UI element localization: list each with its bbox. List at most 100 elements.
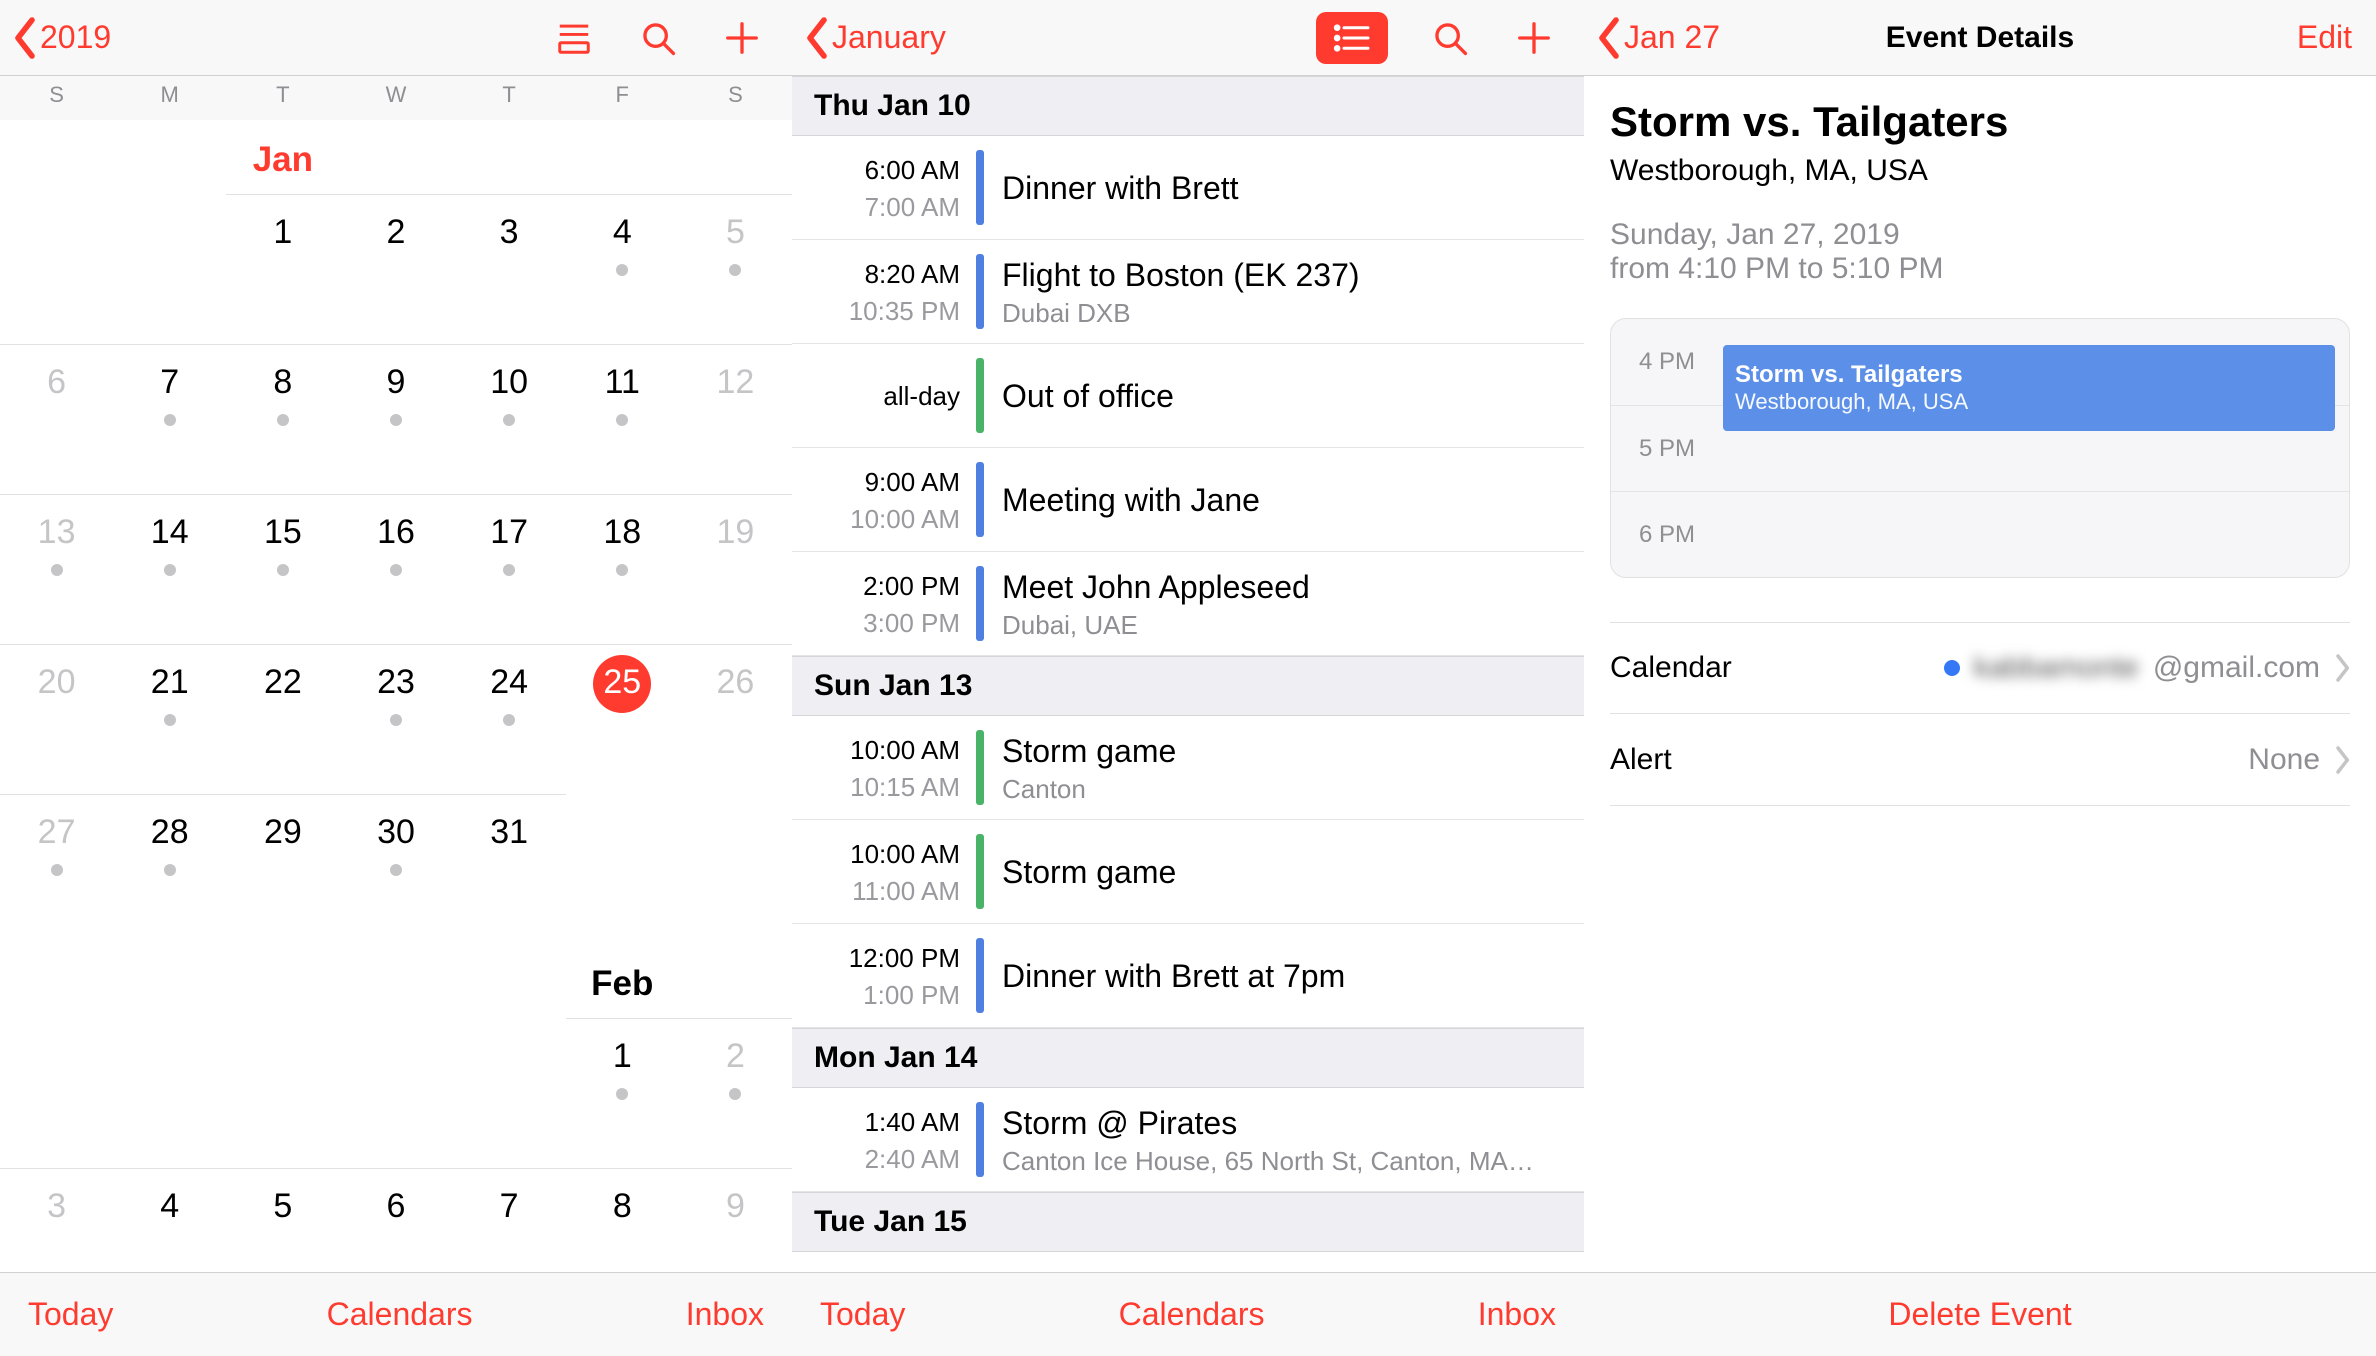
calendar-cell[interactable]: 5 xyxy=(679,194,792,344)
calendar-cell-empty xyxy=(453,1018,566,1168)
back-button-month[interactable]: January xyxy=(792,17,946,59)
event-color-bar xyxy=(976,834,984,909)
schedule-event-block[interactable]: Storm vs. Tailgaters Westborough, MA, US… xyxy=(1723,345,2335,431)
toolbar-calendars[interactable]: Calendars xyxy=(327,1296,473,1333)
weekday-label: F xyxy=(566,82,679,108)
event-dot xyxy=(164,414,176,426)
event-row[interactable]: 10:00 AM10:15 AMStorm gameCanton xyxy=(792,716,1584,820)
event-row[interactable]: 1:40 AM2:40 AMStorm @ PiratesCanton Ice … xyxy=(792,1088,1584,1192)
calendar-cell[interactable]: 19 xyxy=(679,494,792,644)
calendar-cell[interactable]: 11 xyxy=(566,344,679,494)
toolbar-inbox[interactable]: Inbox xyxy=(686,1296,764,1333)
calendar-cell[interactable]: 10 xyxy=(453,344,566,494)
day-number: 13 xyxy=(38,513,76,552)
calendar-cell[interactable]: 1 xyxy=(226,194,339,344)
event-main: Storm gameCanton xyxy=(984,716,1584,819)
weekday-label: W xyxy=(339,82,452,108)
day-number: 11 xyxy=(605,363,640,402)
calendar-cell[interactable]: 17 xyxy=(453,494,566,644)
day-number: 30 xyxy=(377,813,415,852)
delete-event-button[interactable]: Delete Event xyxy=(1888,1296,2071,1333)
toolbar-month: Today Calendars Inbox xyxy=(0,1272,792,1356)
calendar-cell[interactable]: 3 xyxy=(453,194,566,344)
calendar-cell[interactable]: 23 xyxy=(339,644,452,794)
event-title: Storm vs. Tailgaters xyxy=(1610,98,2350,146)
calendar-row-label: Calendar xyxy=(1610,651,1732,685)
mini-schedule: 4 PM Storm vs. Tailgaters Westborough, M… xyxy=(1610,318,2350,578)
view-toggle-button[interactable] xyxy=(552,16,596,60)
event-color-bar xyxy=(976,358,984,433)
event-date: Sunday, Jan 27, 2019 xyxy=(1610,218,2350,252)
day-number: 8 xyxy=(273,363,292,402)
calendar-cell[interactable]: 26 xyxy=(679,644,792,794)
event-location: Dubai DXB xyxy=(1002,298,1566,329)
calendar-cell[interactable]: 1 xyxy=(566,1018,679,1168)
toolbar-inbox[interactable]: Inbox xyxy=(1478,1296,1556,1333)
event-dot xyxy=(616,414,628,426)
weekday-label: S xyxy=(0,82,113,108)
event-location: Westborough, MA, USA xyxy=(1610,154,2350,188)
event-dot xyxy=(164,564,176,576)
month-scroll[interactable]: Jan 123456789101112131415161718192021222… xyxy=(0,120,792,1356)
event-title: Meet John Appleseed xyxy=(1002,569,1566,606)
event-row[interactable]: 12:00 PM1:00 PMDinner with Brett at 7pm xyxy=(792,924,1584,1028)
toolbar-today[interactable]: Today xyxy=(28,1296,113,1333)
event-row[interactable]: 2:00 PM3:00 PMMeet John AppleseedDubai, … xyxy=(792,552,1584,656)
calendar-cell[interactable]: 2 xyxy=(679,1018,792,1168)
event-dot xyxy=(51,864,63,876)
day-number: 6 xyxy=(47,363,66,402)
calendar-cell[interactable]: 21 xyxy=(113,644,226,794)
list-mode-button-active[interactable] xyxy=(1316,12,1388,64)
calendar-cell[interactable]: 9 xyxy=(339,344,452,494)
event-title: Meeting with Jane xyxy=(1002,482,1566,519)
event-times: 10:00 AM11:00 AM xyxy=(792,820,976,923)
event-row[interactable]: 9:00 AM10:00 AM Meeting with Jane xyxy=(792,448,1584,552)
calendar-cell[interactable]: 14 xyxy=(113,494,226,644)
calendar-cell[interactable]: 28 xyxy=(113,794,226,944)
event-row[interactable]: 10:00 AM11:00 AMStorm game xyxy=(792,820,1584,924)
day-section-header: Thu Jan 10 xyxy=(792,76,1584,136)
calendar-cell[interactable]: 12 xyxy=(679,344,792,494)
day-number: 5 xyxy=(273,1187,292,1226)
search-button[interactable] xyxy=(1428,16,1472,60)
calendar-cell[interactable]: 4 xyxy=(566,194,679,344)
calendar-cell[interactable]: 24 xyxy=(453,644,566,794)
calendar-cell[interactable]: 22 xyxy=(226,644,339,794)
search-button[interactable] xyxy=(636,16,680,60)
calendar-row[interactable]: Calendar kabbamonte@gmail.com xyxy=(1610,622,2350,714)
back-button-day[interactable]: Jan 27 xyxy=(1584,17,1720,59)
calendar-cell-empty xyxy=(0,1018,113,1168)
calendar-cell[interactable]: 7 xyxy=(113,344,226,494)
back-label: Jan 27 xyxy=(1624,19,1720,56)
event-list[interactable]: Thu Jan 106:00 AM7:00 AMDinner with Bret… xyxy=(792,76,1584,1356)
calendar-cell[interactable]: 13 xyxy=(0,494,113,644)
event-start-time: 10:00 AM xyxy=(792,839,960,870)
add-event-button[interactable] xyxy=(1512,16,1556,60)
sched-hour-label: 6 PM xyxy=(1611,521,1707,549)
calendar-cell[interactable]: 15 xyxy=(226,494,339,644)
event-dot xyxy=(277,414,289,426)
calendar-cell[interactable]: 20 xyxy=(0,644,113,794)
calendar-cell[interactable]: 30 xyxy=(339,794,452,944)
calendar-cell[interactable]: 25 xyxy=(566,644,679,794)
edit-button[interactable]: Edit xyxy=(2297,19,2352,56)
toolbar-today[interactable]: Today xyxy=(820,1296,905,1333)
calendar-cell[interactable]: 29 xyxy=(226,794,339,944)
toolbar-calendars[interactable]: Calendars xyxy=(1119,1296,1265,1333)
calendar-cell[interactable]: 6 xyxy=(0,344,113,494)
calendar-cell[interactable]: 16 xyxy=(339,494,452,644)
event-row[interactable]: 6:00 AM7:00 AMDinner with Brett xyxy=(792,136,1584,240)
event-row[interactable]: 8:20 AM10:35 PMFlight to Boston (EK 237)… xyxy=(792,240,1584,344)
alert-row[interactable]: Alert None xyxy=(1610,714,2350,806)
calendar-cell[interactable]: 18 xyxy=(566,494,679,644)
calendar-cell[interactable]: 8 xyxy=(226,344,339,494)
event-row[interactable]: all-dayOut of office xyxy=(792,344,1584,448)
calendar-cell[interactable]: 31 xyxy=(453,794,566,944)
event-start-time: 2:00 PM xyxy=(792,571,960,602)
calendar-cell[interactable]: 2 xyxy=(339,194,452,344)
event-times: 9:00 AM10:00 AM xyxy=(792,448,976,551)
add-event-button[interactable] xyxy=(720,16,764,60)
back-button-year[interactable]: 2019 xyxy=(0,17,111,59)
calendar-cell[interactable]: 27 xyxy=(0,794,113,944)
day-number: 14 xyxy=(151,513,189,552)
